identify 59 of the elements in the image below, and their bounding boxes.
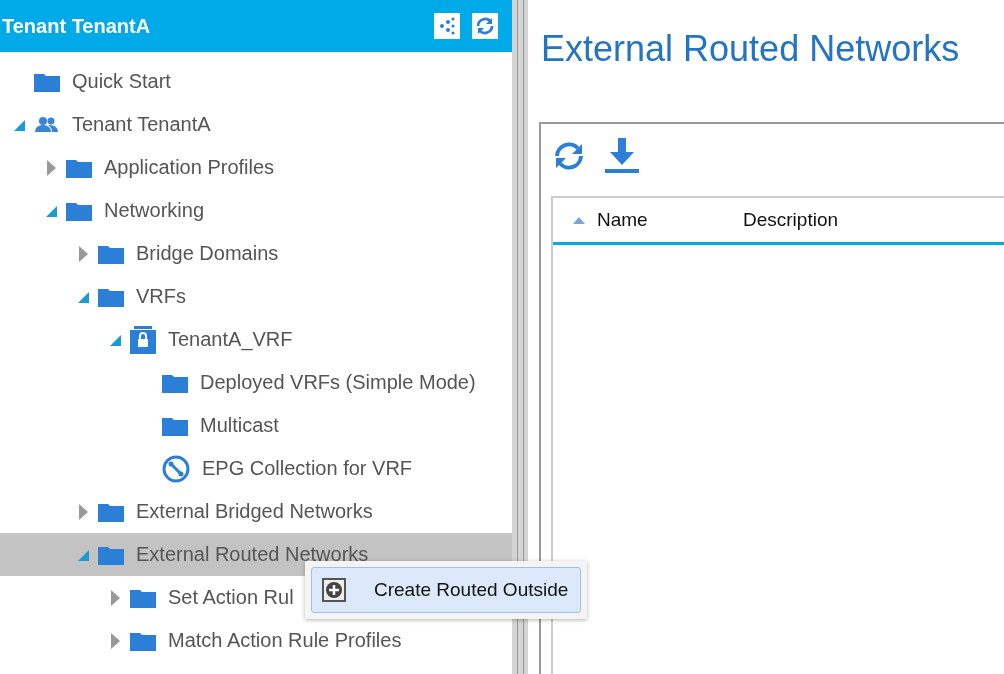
link-circle-icon <box>162 454 190 483</box>
tree-item-label: Tenant TenantA <box>72 113 211 136</box>
tree-item[interactable]: VRFs <box>0 275 512 318</box>
people-icon <box>34 115 60 134</box>
tree-item-label: TenantA_VRF <box>168 328 293 351</box>
folder-icon <box>162 415 188 436</box>
expanded-triangle-icon[interactable] <box>77 548 89 561</box>
lock-icon <box>130 325 156 354</box>
tree-item-label: Multicast <box>200 414 279 437</box>
topology-button-icon[interactable] <box>434 13 460 39</box>
tree-item[interactable]: Tenant TenantA <box>0 103 512 146</box>
tree-item[interactable]: Multicast <box>0 404 512 447</box>
folder-icon <box>66 157 92 178</box>
folder-icon <box>98 243 124 264</box>
page-title: External Routed Networks <box>541 28 961 71</box>
expanded-triangle-icon[interactable] <box>13 118 25 131</box>
expanded-triangle-icon[interactable] <box>45 204 57 217</box>
folder-icon <box>98 286 124 307</box>
tree-item-label: Deployed VRFs (Simple Mode) <box>200 371 476 394</box>
expanded-triangle-icon[interactable] <box>77 290 89 303</box>
folder-icon <box>130 630 156 651</box>
tree-item[interactable]: Application Profiles <box>0 146 512 189</box>
folder-icon <box>98 544 124 565</box>
folder-icon <box>66 200 92 221</box>
add-icon <box>322 578 346 602</box>
tree-item-label: VRFs <box>136 285 186 308</box>
menu-item[interactable]: Create Routed Outside <box>311 567 581 613</box>
tree-item-label: Application Profiles <box>104 156 275 179</box>
tree-item-label: External Bridged Networks <box>136 500 373 523</box>
refresh-icon[interactable] <box>472 13 498 39</box>
folder-icon <box>130 587 156 608</box>
tree-item[interactable]: External Bridged Networks <box>0 490 512 533</box>
collapsed-triangle-icon[interactable] <box>78 503 88 520</box>
column-header[interactable]: Description <box>723 209 839 231</box>
column-header[interactable]: Name <box>553 209 723 231</box>
tree-item[interactable]: TenantA_VRF <box>0 318 512 361</box>
tree-item-label: Match Action Rule Profiles <box>168 629 402 652</box>
download-icon[interactable] <box>605 138 639 174</box>
tree-item[interactable]: Quick Start <box>0 60 512 103</box>
tree-item[interactable]: Match Action Rule Profiles <box>0 619 512 662</box>
panel-title: Tenant TenantA <box>2 14 151 38</box>
tree-item-label: Quick Start <box>72 70 171 93</box>
tree-item[interactable]: Networking <box>0 189 512 232</box>
folder-icon <box>98 501 124 522</box>
folder-icon <box>34 71 60 92</box>
tree-item-label: Networking <box>104 199 205 222</box>
tree-item[interactable]: EPG Collection for VRF <box>0 447 512 490</box>
collapsed-triangle-icon[interactable] <box>46 159 56 176</box>
collapsed-triangle-icon[interactable] <box>78 245 88 262</box>
tree-item-label: Bridge Domains <box>136 242 279 265</box>
tree-item-label: EPG Collection for VRF <box>202 457 413 480</box>
collapsed-triangle-icon[interactable] <box>110 589 120 606</box>
tree-item[interactable]: Bridge Domains <box>0 232 512 275</box>
tree-item[interactable]: Deployed VRFs (Simple Mode) <box>0 361 512 404</box>
tree-item-label: Set Action Rul <box>168 586 294 609</box>
collapsed-triangle-icon[interactable] <box>110 632 120 649</box>
tree-item-label: External Routed Networks <box>136 543 369 566</box>
folder-icon <box>162 372 188 393</box>
expanded-triangle-icon[interactable] <box>109 333 121 346</box>
